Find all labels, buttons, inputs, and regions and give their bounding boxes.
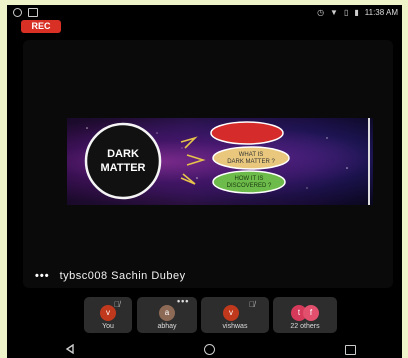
status-bar: ◷ ▼ ▯ ▮ 11:38 AM (7, 5, 402, 21)
participant-tile-others[interactable]: t f 22 others (273, 297, 337, 333)
participant-tile-you[interactable]: v 🎙̸ You (84, 297, 132, 333)
bubble-middle-line-1: WHAT IS (239, 152, 263, 158)
participant-tile-vishwas[interactable]: v 🎙̸ vishwas (201, 297, 269, 333)
shared-screen-slide: DARK MATTER WHAT IS DARK MATTER ? HOW IT… (67, 118, 373, 205)
recording-badge: REC (21, 20, 61, 33)
participant-tile-abhay[interactable]: ••• a abhay (137, 296, 197, 333)
slide-edge (368, 118, 370, 205)
alarm-icon: ◷ (317, 8, 325, 17)
recents-icon[interactable] (345, 345, 356, 355)
signal-icon: ▯ (343, 8, 349, 17)
avatar: f (303, 305, 319, 321)
main-video-tile[interactable]: DARK MATTER WHAT IS DARK MATTER ? HOW IT… (23, 40, 393, 288)
more-options-icon[interactable]: ••• (177, 296, 189, 306)
presenter-label: ••• tybsc008 Sachin Dubey (35, 270, 186, 282)
bubble-bottom-line-2: DISCOVERED ? (227, 183, 272, 189)
battery-icon: ▮ (354, 8, 359, 17)
slide-title-line-1: DARK (107, 148, 139, 160)
app-frame: ◷ ▼ ▯ ▮ 11:38 AM REC DARK MATTER WHAT IS… (7, 5, 402, 358)
home-icon[interactable] (204, 344, 215, 355)
back-icon[interactable] (65, 344, 75, 354)
bubble-bottom-line-1: HOW IT IS (235, 176, 264, 182)
avatar: v (223, 305, 239, 321)
avatar: a (159, 305, 175, 321)
slide-title-line-2: MATTER (100, 162, 145, 174)
participant-name: abhay (157, 323, 177, 330)
participant-strip: v 🎙̸ You ••• a abhay v 🎙̸ vishwas t f 22… (7, 296, 402, 337)
wifi-icon: ▼ (330, 8, 338, 17)
notification-icon (13, 8, 22, 17)
mic-off-icon: 🎙̸ (114, 300, 120, 309)
bubble-middle-line-2: DARK MATTER ? (227, 159, 275, 165)
arrow-icons (180, 136, 206, 185)
participant-name: You (102, 323, 114, 330)
presenter-name: tybsc008 Sachin Dubey (59, 270, 186, 282)
mic-off-icon: 🎙̸ (249, 300, 255, 309)
slide-bubble-bottom (212, 170, 286, 194)
image-notification-icon (28, 8, 38, 17)
clock: 11:38 AM (364, 8, 398, 17)
slide-bubble-top (210, 121, 284, 145)
more-options-icon[interactable]: ••• (35, 270, 50, 282)
participant-name: 22 others (290, 323, 320, 330)
slide-bubble-middle (212, 146, 290, 170)
participant-name: vishwas (222, 323, 248, 330)
slide-title-circle (84, 122, 162, 200)
system-nav-bar (7, 341, 402, 358)
